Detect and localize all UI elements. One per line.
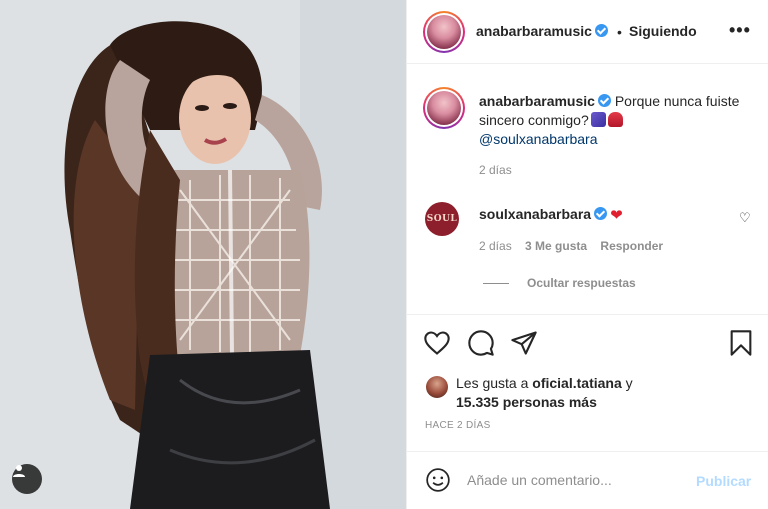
author-username[interactable]: anabarbaramusic xyxy=(476,23,608,39)
comments-section: anabarbaramusic Porque nunca fuiste sinc… xyxy=(407,65,768,315)
caption-username[interactable]: anabarbaramusic xyxy=(479,93,595,109)
likes-text: Les gusta a oficial.tatiana y 15.335 per… xyxy=(456,374,746,412)
caption-avatar[interactable] xyxy=(423,87,465,129)
reply-button[interactable]: Responder xyxy=(600,239,663,253)
music-emoji-icon xyxy=(590,112,606,127)
post-date[interactable]: HACE 2 DÍAS xyxy=(425,420,491,431)
post-header: anabarbaramusic • Siguiendo ••• xyxy=(407,0,768,64)
caption-mention[interactable]: @soulxanabarbara xyxy=(479,131,598,147)
publish-button[interactable]: Publicar xyxy=(696,473,751,489)
verified-badge-icon xyxy=(597,94,611,107)
comment-likes[interactable]: 3 Me gusta xyxy=(525,239,587,253)
following-button[interactable]: Siguiendo xyxy=(629,23,697,39)
comment-text: soulxanabarbara ❤ xyxy=(479,206,623,224)
separator-dot: • xyxy=(617,24,622,40)
caption-time[interactable]: 2 días xyxy=(479,163,512,177)
emoji-smile-icon[interactable] xyxy=(425,467,451,493)
comment-meta: 2 días 3 Me gusta Responder xyxy=(479,239,673,253)
verified-badge-icon xyxy=(594,207,608,220)
add-comment-bar: Publicar xyxy=(407,451,768,509)
likes-others[interactable]: 15.335 personas más xyxy=(456,394,597,410)
comment-input[interactable] xyxy=(467,469,687,491)
user-tag-button[interactable] xyxy=(12,464,42,494)
comment-time[interactable]: 2 días xyxy=(479,239,512,253)
verified-badge-icon xyxy=(594,24,608,37)
commenter-avatar-text: SOUL xyxy=(426,214,458,224)
bookmark-icon[interactable] xyxy=(727,329,755,357)
likes-prefix: Les gusta a xyxy=(456,375,533,391)
hide-replies-line xyxy=(483,282,509,284)
hide-replies-label[interactable]: Ocultar respuestas xyxy=(527,276,636,290)
share-icon[interactable] xyxy=(510,329,538,357)
comment-likes-text[interactable]: 3 Me gusta xyxy=(525,239,587,253)
liker-username[interactable]: oficial.tatiana xyxy=(532,375,621,391)
post-side-panel: anabarbaramusic • Siguiendo ••• anabarba… xyxy=(406,0,768,509)
heart-icon[interactable] xyxy=(423,329,451,357)
person-icon xyxy=(13,465,25,477)
author-avatar[interactable] xyxy=(423,11,465,53)
likes-and: y xyxy=(621,375,633,391)
author-username-text[interactable]: anabarbaramusic xyxy=(476,23,592,39)
hide-replies-button[interactable]: Ocultar respuestas xyxy=(483,276,636,290)
red-heart-emoji-icon: ❤ xyxy=(610,207,623,224)
post-photo[interactable] xyxy=(0,0,406,509)
caption-text: anabarbaramusic Porque nunca fuiste sinc… xyxy=(479,92,759,149)
comment-icon[interactable] xyxy=(467,329,495,357)
commenter-username[interactable]: soulxanabarbara xyxy=(479,206,591,222)
commenter-avatar[interactable]: SOUL xyxy=(425,202,459,236)
lipstick-emoji-icon xyxy=(607,112,623,127)
reply-button-label[interactable]: Responder xyxy=(600,239,663,253)
more-horizontal-icon[interactable]: ••• xyxy=(729,20,751,41)
liker-avatar[interactable] xyxy=(426,376,448,398)
photo-illustration xyxy=(0,0,406,509)
action-bar xyxy=(407,314,768,370)
comment-like-heart-icon[interactable]: ♡ xyxy=(739,210,751,226)
